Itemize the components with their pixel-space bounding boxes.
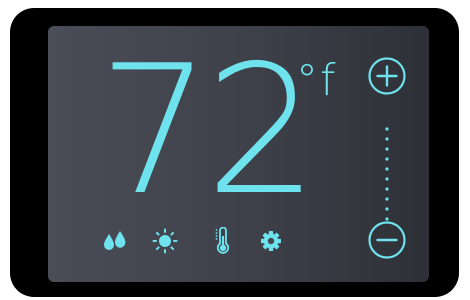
decrease-temperature-button[interactable]	[367, 220, 407, 260]
setpoint-dot	[385, 147, 389, 151]
temperature-readout: 72	[98, 27, 318, 234]
thermometer-icon	[215, 226, 230, 254]
setpoint-dot	[385, 187, 389, 191]
increase-temperature-button[interactable]	[367, 56, 407, 96]
setpoint-track[interactable]	[384, 126, 390, 222]
plus-icon	[368, 57, 406, 95]
setpoint-dot	[385, 167, 389, 171]
setpoint-dot	[385, 157, 389, 161]
setpoint-dots-icon	[385, 127, 389, 221]
setpoint-dot	[385, 127, 389, 131]
settings-button[interactable]	[258, 227, 284, 255]
humidity-mode-button[interactable]	[102, 227, 128, 255]
setpoint-dot	[385, 207, 389, 211]
weather-mode-button[interactable]	[152, 227, 178, 255]
setpoint-dot	[385, 197, 389, 201]
thermostat-screen: 72 °f	[48, 26, 429, 282]
temperature-unit: °f	[296, 55, 338, 106]
temperature-mode-button[interactable]	[209, 226, 235, 255]
sun-icon	[152, 228, 178, 254]
minus-icon	[368, 221, 406, 259]
setpoint-dot	[385, 137, 389, 141]
water-drops-icon	[104, 231, 126, 250]
gear-icon	[261, 231, 281, 251]
setpoint-dot	[385, 177, 389, 181]
